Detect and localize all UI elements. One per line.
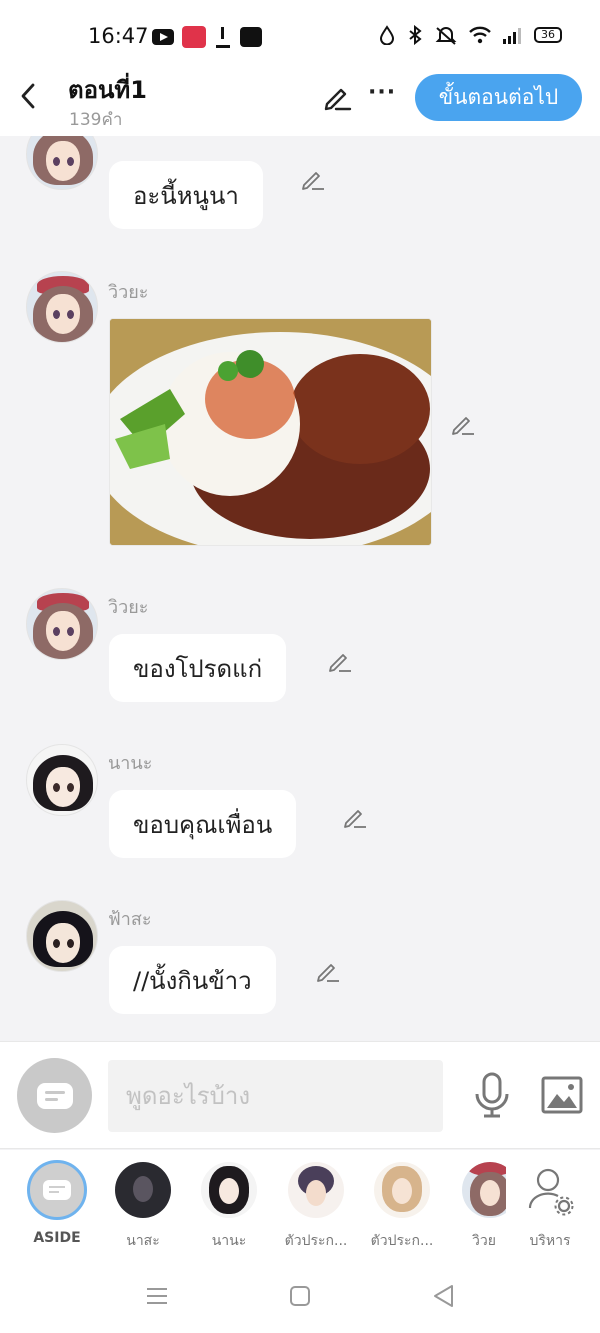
bluetooth-icon [409,25,422,45]
character-item[interactable]: ตัวประก... [362,1162,442,1252]
edit-message-button[interactable] [342,804,368,830]
word-count: 139คำ [69,110,123,130]
webtoon-icon [240,27,262,47]
avatar[interactable] [26,744,98,816]
character-label: ASIDE [33,1230,81,1246]
character-label: นาสะ [126,1233,160,1249]
recent-apps-button[interactable] [146,1287,168,1305]
manage-user-icon [528,1168,574,1216]
status-time: 16:47 [88,24,149,48]
sender-name: ฟ้าสะ [108,909,152,930]
character-label: นานะ [211,1233,247,1249]
character-item[interactable]: วิวย [446,1162,506,1252]
character-label: บริหาร [529,1233,571,1249]
aside-avatar [27,1160,87,1220]
message-bubble[interactable]: //นั้งกินข้าว [109,946,276,1014]
sender-name: วิวยะ [108,282,149,303]
status-notification-icons [152,26,262,48]
aside-toggle-button[interactable] [17,1058,92,1133]
message-bubble[interactable]: ของโปรดแก่ [109,634,287,702]
episode-title: ตอนที่1 [68,76,147,104]
mute-icon [435,27,457,45]
rice-dish-picture [110,319,431,545]
character-label: วิวย [472,1233,496,1249]
battery-icon: 36 [534,27,562,43]
edit-message-button[interactable] [300,166,326,192]
avatar [201,1162,257,1218]
next-step-button[interactable]: ขั้นตอนต่อไป [415,74,582,121]
chevron-left-icon [21,83,35,109]
image-upload-button[interactable] [541,1076,583,1114]
avatar[interactable] [26,136,98,190]
more-options-button[interactable]: ··· [368,80,396,105]
status-bar: 16:47 36 [0,0,600,66]
wifi-icon [469,26,491,44]
character-item[interactable]: ตัวประก... [276,1162,356,1252]
character-label: ตัวประก... [370,1233,434,1249]
back-button[interactable] [14,80,42,112]
home-button[interactable] [290,1286,310,1306]
avatar [462,1162,506,1218]
avatar[interactable] [26,588,98,660]
youtube-icon [152,29,174,45]
sender-name: นานะ [108,753,153,774]
food-image[interactable] [109,318,432,546]
signal-icon [503,28,521,44]
chat-area[interactable]: อะนี้หนูนา วิวยะ วิวยะ ของโปรดแก่ นานะ ข… [0,136,600,1040]
manage-characters-button[interactable]: บริหาร [510,1162,590,1252]
manga-toon-icon [182,26,206,48]
message-input-bar [0,1041,600,1149]
microphone-button[interactable] [474,1072,510,1118]
avatar [288,1162,344,1218]
system-back-button[interactable] [432,1284,456,1308]
data-saver-icon [379,25,395,45]
character-item[interactable]: นาสะ [103,1162,183,1252]
edit-title-button[interactable] [322,82,352,112]
chat-bubble-icon [36,1082,73,1109]
edit-message-button[interactable] [450,411,476,437]
character-item[interactable]: นานะ [189,1162,269,1252]
system-navigation-bar [0,1260,600,1333]
message-input[interactable] [108,1060,443,1132]
avatar [115,1162,171,1218]
chat-bubble-icon [43,1180,71,1200]
edit-message-button[interactable] [327,648,353,674]
character-selector: ASIDE นาสะ นานะ ตัวประก... ตัวประก... วิ… [0,1150,600,1260]
message-bubble[interactable]: ขอบคุณเพื่อน [109,790,297,858]
character-label: ตัวประก... [284,1233,348,1249]
avatar[interactable] [26,900,98,972]
character-aside[interactable]: ASIDE [17,1160,97,1246]
avatar[interactable] [26,271,98,343]
sender-name: วิวยะ [108,597,149,618]
status-system-icons: 36 [378,25,562,45]
message-bubble[interactable]: อะนี้หนูนา [109,161,263,229]
edit-message-button[interactable] [315,958,341,984]
download-icon [214,26,232,48]
episode-header: ตอนที่1 139คำ ··· ขั้นตอนต่อไป [0,66,600,136]
avatar [374,1162,430,1218]
